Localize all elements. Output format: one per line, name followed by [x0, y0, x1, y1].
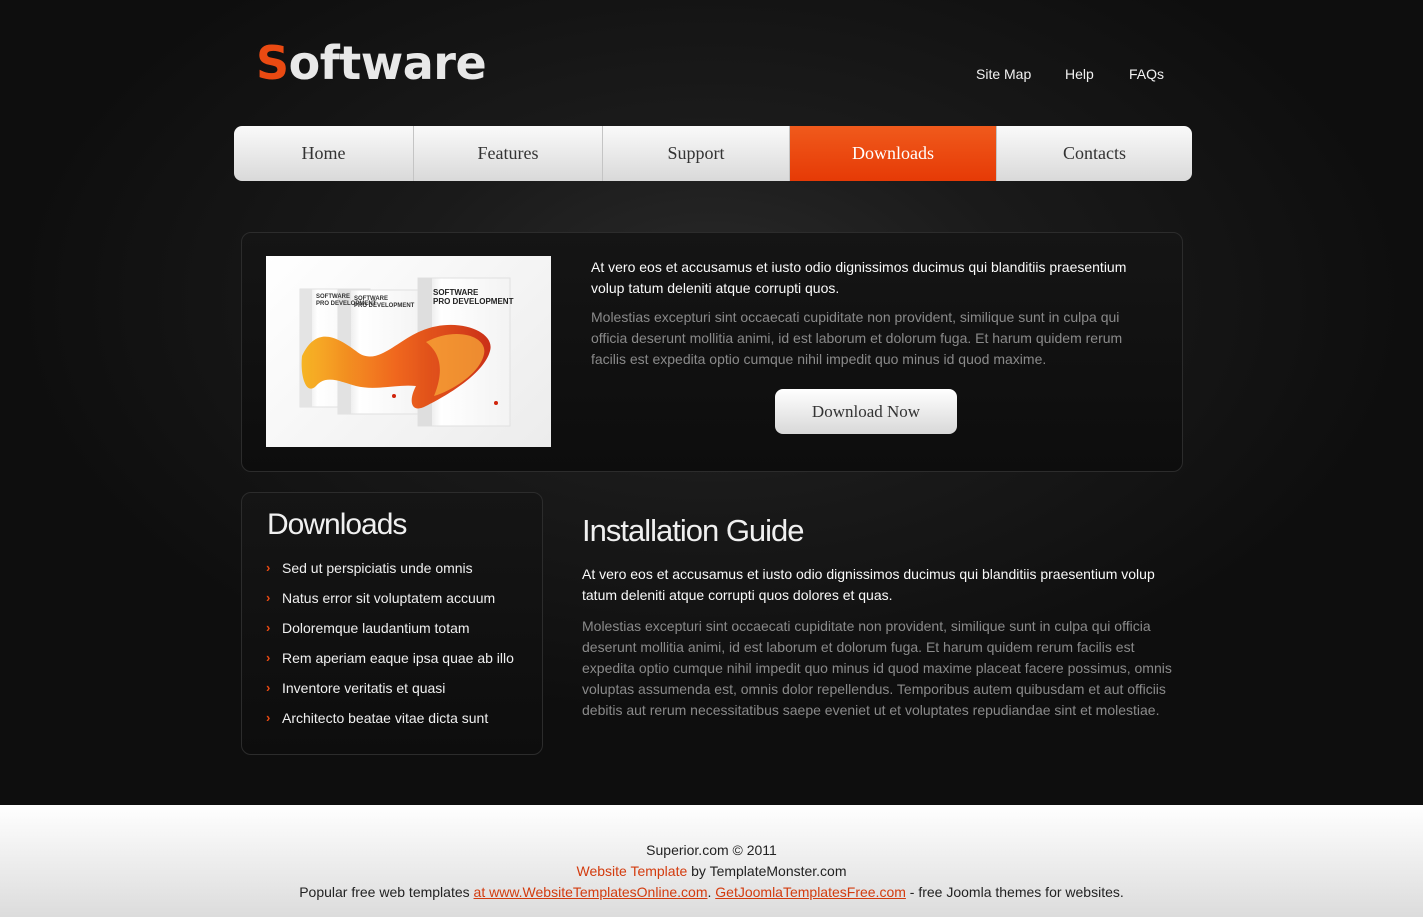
box-label-middle: SOFTWARE PRO DEVELOPMENT — [354, 296, 415, 309]
chevron-right-icon: › — [266, 590, 271, 605]
tab-contacts[interactable]: Contacts — [997, 126, 1192, 181]
tab-downloads[interactable]: Downloads — [790, 126, 997, 181]
guide-title: Installation Guide — [582, 513, 805, 548]
site-logo[interactable]: Software — [256, 36, 487, 90]
logo-letter: S — [256, 36, 289, 90]
product-boxes-illustration — [299, 277, 511, 427]
installation-guide: Installation Guide At vero eos et accusa… — [582, 512, 1182, 721]
downloads-panel: Downloads › Sed ut perspiciatis unde omni… — [241, 492, 543, 755]
faqs-link[interactable]: FAQs — [1129, 66, 1164, 82]
chevron-right-icon: › — [266, 650, 271, 665]
logo-text: oftware — [288, 36, 487, 90]
tab-support[interactable]: Support — [603, 126, 790, 181]
footer: Superior.com © 2011 Website Template by … — [0, 805, 1423, 917]
website-template-link[interactable]: Website Template — [576, 863, 687, 879]
list-item[interactable]: › Doloremque laudantium totam — [266, 620, 514, 650]
list-item[interactable]: › Sed ut perspiciatis unde omnis — [266, 560, 514, 590]
websitetemplatesonline-link[interactable]: at www.WebsiteTemplatesOnline.com — [474, 884, 708, 900]
chevron-right-icon: › — [266, 560, 271, 575]
download-now-button[interactable]: Download Now — [775, 389, 957, 434]
footer-template-line: Website Template by TemplateMonster.com — [576, 863, 847, 879]
feature-panel: SOFTWARE PRO DEVELOPMENT SOFTWARE PRO DEVE… — [241, 232, 1183, 472]
guide-body: Molestias excepturi sint occaecati cupid… — [582, 618, 1172, 718]
list-item[interactable]: › Rem aperiam eaque ipsa quae ab illo — [266, 650, 514, 680]
list-item[interactable]: › Natus error sit voluptatem accuum — [266, 590, 514, 620]
footer-copyright: Superior.com © 2011 — [646, 842, 777, 858]
getjoomlatemplatesfree-link[interactable]: GetJoomlaTemplatesFree.com — [715, 884, 906, 900]
chevron-right-icon: › — [266, 680, 271, 695]
page-body: Software Site Map Help FAQs Home Feature… — [0, 0, 1423, 805]
list-item[interactable]: › Architecto beatae vitae dicta sunt — [266, 710, 514, 740]
feature-lead: At vero eos et accusamus et iusto odio d… — [591, 259, 1127, 296]
site-map-link[interactable]: Site Map — [976, 66, 1031, 82]
feature-body: Molestias excepturi sint occaecati cupid… — [591, 309, 1123, 367]
list-item[interactable]: › Inventore veritatis et quasi — [266, 680, 514, 710]
tab-features[interactable]: Features — [414, 126, 603, 181]
guide-lead: At vero eos et accusamus et iusto odio d… — [582, 566, 1155, 603]
footer-popular-line: Popular free web templates at www.Websit… — [299, 884, 1124, 900]
chevron-right-icon: › — [266, 710, 271, 725]
chevron-right-icon: › — [266, 620, 271, 635]
box-label-front: SOFTWARE PRO DEVELOPMENT — [433, 288, 514, 306]
downloads-title: Downloads — [267, 508, 407, 541]
product-image: SOFTWARE PRO DEVELOPMENT SOFTWARE PRO DEVE… — [266, 256, 551, 447]
main-nav: Home Features Support Downloads Contacts — [234, 126, 1192, 181]
help-link[interactable]: Help — [1065, 66, 1094, 82]
feature-text: At vero eos et accusamus et iusto odio d… — [591, 257, 1151, 370]
downloads-list: › Sed ut perspiciatis unde omnis › Natus e… — [266, 560, 514, 740]
tab-home[interactable]: Home — [234, 126, 414, 181]
